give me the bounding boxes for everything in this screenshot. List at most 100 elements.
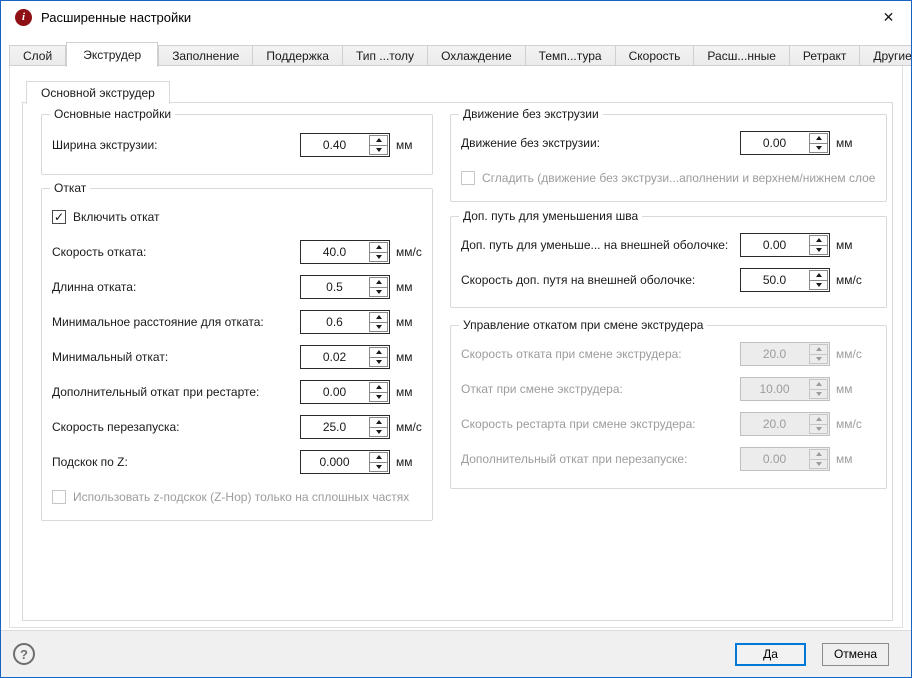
seam-path-speed-input[interactable]: [741, 269, 808, 291]
spinner-up-button[interactable]: [370, 383, 387, 393]
triangle-up-icon: [815, 452, 822, 457]
triangle-down-icon: [375, 289, 382, 294]
field-toolchange-restart-speed: Скорость рестарта при смене экструдера: …: [461, 412, 884, 436]
checkbox-row-smooth-travel: Сгладить (движение без экструзи...аполне…: [461, 166, 884, 190]
field-label: Скорость перезапуска:: [52, 420, 180, 434]
restart-speed-input[interactable]: [301, 416, 368, 438]
field-toolchange-retract-speed: Скорость отката при смене экструдера: мм…: [461, 342, 884, 366]
spinner: [809, 270, 828, 290]
unit-label: мм: [836, 452, 853, 466]
retract-length-spinbox: [300, 275, 390, 299]
footer-bar: ? Да Отмена: [1, 630, 911, 677]
seam-extra-path-input[interactable]: [741, 234, 808, 256]
help-icon[interactable]: ?: [13, 643, 35, 665]
group-basic-settings: Основные настройки Ширина экструзии: мм: [41, 107, 433, 175]
retract-length-input[interactable]: [301, 276, 368, 298]
triangle-down-icon: [375, 324, 382, 329]
spinner-up-button[interactable]: [370, 136, 387, 146]
spinner-up-button[interactable]: [810, 271, 827, 281]
spinner-up-button[interactable]: [370, 243, 387, 253]
unit-label: мм: [396, 350, 413, 364]
group-travel-moves: Движение без экструзии Движение без экст…: [450, 107, 887, 202]
spinner-up-button[interactable]: [370, 418, 387, 428]
ok-button[interactable]: Да: [735, 642, 806, 666]
checkbox-label: Включить откат: [73, 210, 160, 224]
spinner-down-button: [810, 424, 827, 433]
spinner-down-button[interactable]: [370, 322, 387, 331]
spinner-up-button[interactable]: [810, 236, 827, 246]
tab-speed[interactable]: Скорость: [615, 45, 695, 66]
z-hop-input[interactable]: [301, 451, 368, 473]
field-extra-restart-distance: Дополнительный откат при рестарте: мм: [52, 380, 430, 404]
spinner: [369, 242, 388, 262]
spinner: [369, 135, 388, 155]
spinner-down-button[interactable]: [370, 145, 387, 154]
min-retract-input[interactable]: [301, 346, 368, 368]
spinner-down-button[interactable]: [370, 252, 387, 261]
spinner-up-button[interactable]: [370, 278, 387, 288]
zhop-solid-only-checkbox[interactable]: [52, 490, 66, 504]
subtab-primary-extruder[interactable]: Основной экструдер: [26, 81, 170, 104]
triangle-down-icon: [815, 461, 822, 466]
extrusion-width-input[interactable]: [301, 134, 368, 156]
triangle-up-icon: [815, 273, 822, 278]
spinner-down-button[interactable]: [370, 357, 387, 366]
field-label: Минимальное расстояние для отката:: [52, 315, 264, 329]
triangle-up-icon: [815, 417, 822, 422]
unit-label: мм/с: [836, 417, 862, 431]
tab-other[interactable]: Другие: [860, 45, 911, 66]
spinner-down-button[interactable]: [370, 287, 387, 296]
field-label: Скорость отката:: [52, 245, 147, 259]
spinner-down-button[interactable]: [370, 462, 387, 471]
min-travel-input[interactable]: [301, 311, 368, 333]
spinner-down-button[interactable]: [810, 143, 827, 152]
spinner-down-button[interactable]: [370, 392, 387, 401]
field-travel-distance: Движение без экструзии: мм: [461, 131, 884, 155]
field-z-hop: Подскок по Z: мм: [52, 450, 430, 474]
spinner-down-button[interactable]: [810, 280, 827, 289]
spinner-up-button[interactable]: [370, 348, 387, 358]
unit-label: мм: [836, 238, 853, 252]
toolchange-retract-distance-spinbox: [740, 377, 830, 401]
spinner-down-button[interactable]: [810, 245, 827, 254]
advanced-settings-dialog: i Расширенные настройки ✕ Слой Экструдер…: [0, 0, 912, 678]
tab-extruder[interactable]: Экструдер: [66, 42, 159, 67]
field-label: Ширина экструзии:: [52, 138, 158, 152]
triangle-down-icon: [375, 254, 382, 259]
tab-temperature[interactable]: Темп...тура: [525, 45, 616, 66]
tab-advanced[interactable]: Расш...нные: [694, 45, 790, 66]
tab-support[interactable]: Поддержка: [253, 45, 343, 66]
triangle-up-icon: [375, 350, 382, 355]
retract-speed-spinbox: [300, 240, 390, 264]
check-icon: ✓: [53, 209, 65, 224]
enable-retract-checkbox[interactable]: ✓: [52, 210, 66, 224]
tab-infill[interactable]: Заполнение: [158, 45, 254, 66]
spinner-up-button[interactable]: [810, 134, 827, 144]
spinner-down-button: [810, 389, 827, 398]
spinner: [369, 347, 388, 367]
spinner-down-button[interactable]: [370, 427, 387, 436]
triangle-up-icon: [375, 455, 382, 460]
tab-layer[interactable]: Слой: [9, 45, 67, 66]
spinner-up-button[interactable]: [370, 313, 387, 323]
tab-cooling[interactable]: Охлаждение: [428, 45, 526, 66]
spinner-up-button[interactable]: [370, 453, 387, 463]
unit-label: мм/с: [836, 273, 862, 287]
retract-speed-input[interactable]: [301, 241, 368, 263]
close-icon[interactable]: ✕: [866, 1, 911, 33]
field-label: Дополнительный откат при рестарте:: [52, 385, 260, 399]
triangle-up-icon: [815, 382, 822, 387]
spinner-up-button: [810, 345, 827, 355]
travel-distance-input[interactable]: [741, 132, 808, 154]
extra-restart-input[interactable]: [301, 381, 368, 403]
cancel-button[interactable]: Отмена: [822, 642, 889, 666]
smooth-travel-checkbox[interactable]: [461, 171, 475, 185]
field-label: Движение без экструзии:: [461, 136, 601, 150]
triangle-up-icon: [375, 385, 382, 390]
min-travel-spinbox: [300, 310, 390, 334]
field-restart-speed: Скорость перезапуска: мм/с: [52, 415, 430, 439]
field-label: Откат при смене экструдера:: [461, 382, 623, 396]
tab-retract[interactable]: Ретракт: [789, 45, 861, 66]
tab-bed-type[interactable]: Тип ...толу: [342, 45, 429, 66]
spinner: [809, 235, 828, 255]
